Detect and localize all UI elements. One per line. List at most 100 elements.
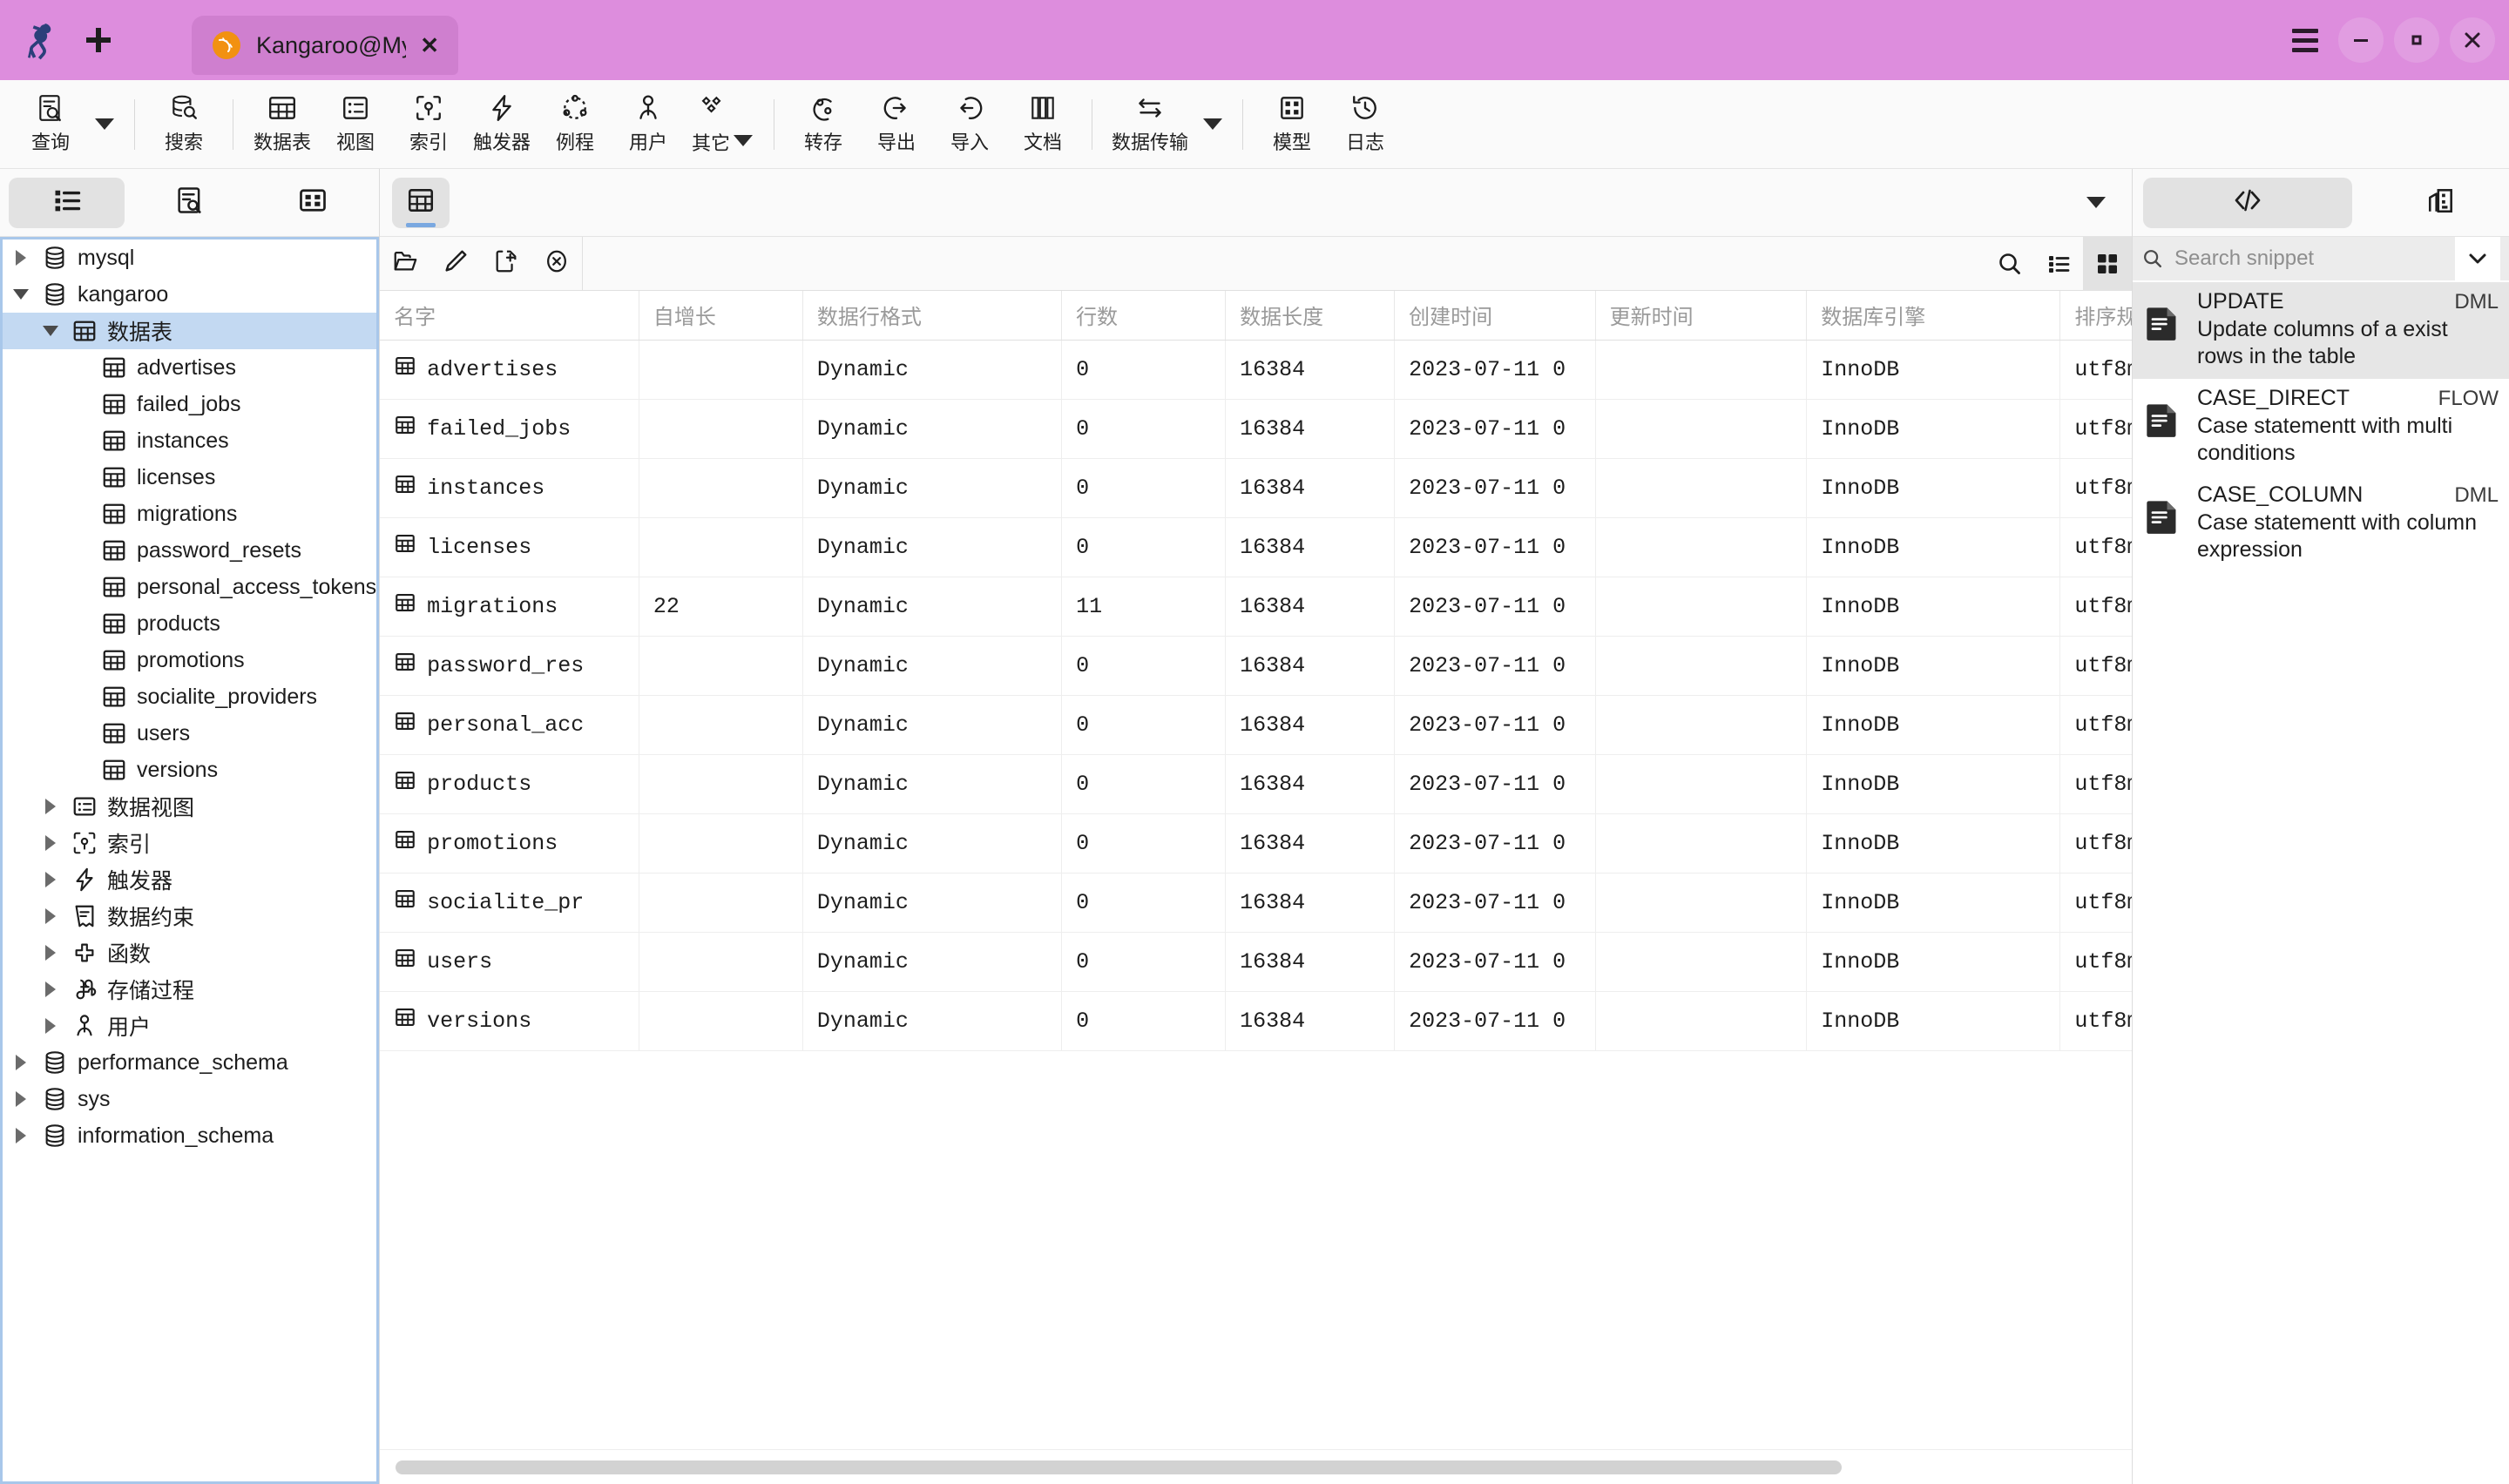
scrollbar-thumb[interactable] [396, 1460, 1843, 1474]
table-cell[interactable]: 0 [1061, 517, 1227, 577]
table-cell[interactable]: Dynamic [802, 695, 1063, 755]
tree-node[interactable]: versions [3, 752, 376, 788]
column-header[interactable]: 行数 [1061, 291, 1227, 341]
close-window-button[interactable] [2450, 17, 2495, 63]
table-cell[interactable]: Dynamic [802, 932, 1063, 992]
tree-node[interactable]: 数据约束 [3, 898, 376, 934]
database-tree[interactable]: mysql kangaroo 数据表 advertises failed_jobs ins… [0, 237, 380, 1484]
table-cell[interactable]: Dynamic [802, 458, 1063, 518]
tree-node[interactable]: promotions [3, 642, 376, 678]
tree-node[interactable]: information_schema [3, 1117, 376, 1154]
table-cell[interactable]: 0 [1061, 636, 1227, 696]
tree-node[interactable]: instances [3, 422, 376, 459]
table-cell[interactable]: utf8mb4_unicod [2059, 340, 2132, 400]
table-cell[interactable]: 2023-07-11 0 [1394, 873, 1596, 933]
expand-arrow-right-icon[interactable] [10, 1128, 32, 1143]
table-cell[interactable]: 2023-07-11 0 [1394, 813, 1596, 874]
tree-node[interactable]: users [3, 715, 376, 752]
table-cell[interactable]: InnoDB [1806, 932, 2061, 992]
table-cell[interactable]: InnoDB [1806, 636, 2061, 696]
table-cell[interactable]: Dynamic [802, 340, 1063, 400]
table-cell[interactable]: 16384 [1225, 340, 1396, 400]
snippet-list[interactable]: UPDATE DML Update columns of a exist rows … [2133, 280, 2509, 1484]
table-cell[interactable]: Dynamic [802, 399, 1063, 459]
edit-object-button[interactable] [430, 237, 481, 291]
toolbar-button-transfer[interactable]: 数据传输 [1105, 88, 1195, 161]
query-dropdown-caret[interactable] [87, 88, 122, 161]
tree-node[interactable]: socialite_providers [3, 678, 376, 715]
center-tabs-overflow-caret[interactable] [2086, 197, 2106, 208]
table-cell[interactable]: InnoDB [1806, 340, 2061, 400]
table-cell[interactable]: Dynamic [802, 577, 1063, 637]
toolbar-button-query[interactable]: 查询 [14, 88, 87, 161]
table-cell[interactable]: 2023-07-11 0 [1394, 340, 1596, 400]
table-cell[interactable] [1595, 991, 1808, 1051]
table-row[interactable]: personal_acc Dynamic 0 16384 2023-07-11 0 Inn… [380, 695, 2132, 755]
table-row[interactable]: versions Dynamic 0 16384 2023-07-11 0 InnoDB u… [380, 991, 2132, 1051]
table-cell[interactable]: utf8mb4_unicod [2059, 399, 2132, 459]
table-cell[interactable]: 0 [1061, 991, 1227, 1051]
tree-node[interactable]: products [3, 605, 376, 642]
table-cell[interactable]: Dynamic [802, 813, 1063, 874]
column-header[interactable]: 名字 [380, 291, 639, 341]
tree-node[interactable]: 索引 [3, 825, 376, 861]
table-cell[interactable]: 0 [1061, 695, 1227, 755]
table-row[interactable]: password_res Dynamic 0 16384 2023-07-11 0 Inn… [380, 636, 2132, 696]
toolbar-button-search[interactable]: 搜索 [147, 88, 220, 161]
table-cell[interactable]: utf8mb4_unicod [2059, 517, 2132, 577]
tree-node[interactable]: sys [3, 1081, 376, 1117]
horizontal-scrollbar[interactable] [380, 1449, 2132, 1484]
table-cell[interactable]: Dynamic [802, 754, 1063, 814]
table-cell[interactable]: InnoDB [1806, 695, 2061, 755]
table-row[interactable]: users Dynamic 0 16384 2023-07-11 0 InnoDB utf8… [380, 932, 2132, 992]
table-cell[interactable] [1595, 695, 1808, 755]
table-cell[interactable] [639, 991, 803, 1051]
table-cell[interactable]: 16384 [1225, 636, 1396, 696]
table-cell[interactable]: 11 [1061, 577, 1227, 637]
table-name-cell[interactable]: failed_jobs [380, 399, 639, 459]
table-cell[interactable]: InnoDB [1806, 991, 2061, 1051]
expand-arrow-right-icon[interactable] [10, 1055, 32, 1070]
expand-arrow-down-icon[interactable] [10, 289, 32, 300]
table-name-cell[interactable]: personal_acc [380, 695, 639, 755]
scrollbar-track[interactable] [396, 1460, 2001, 1474]
table-cell[interactable]: 0 [1061, 813, 1227, 874]
tree-node[interactable]: failed_jobs [3, 386, 376, 422]
table-cell[interactable] [1595, 636, 1808, 696]
table-cell[interactable] [1595, 577, 1808, 637]
table-cell[interactable] [639, 873, 803, 933]
table-cell[interactable]: 0 [1061, 754, 1227, 814]
table-cell[interactable]: Dynamic [802, 991, 1063, 1051]
table-cell[interactable]: 2023-07-11 0 [1394, 991, 1596, 1051]
expand-arrow-right-icon[interactable] [10, 250, 32, 266]
toolbar-button-log[interactable]: 日志 [1329, 88, 1402, 161]
tree-node[interactable]: kangaroo [3, 276, 376, 313]
toolbar-button-tables[interactable]: 数据表 [246, 88, 319, 161]
table-cell[interactable] [1595, 932, 1808, 992]
tree-node[interactable]: 函数 [3, 934, 376, 971]
table-name-cell[interactable]: users [380, 932, 639, 992]
snippet-search-bar[interactable] [2133, 237, 2509, 280]
table-cell[interactable] [1595, 458, 1808, 518]
toolbar-button-index[interactable]: 索引 [392, 88, 465, 161]
table-cell[interactable]: utf8mb4_unicod [2059, 754, 2132, 814]
sidebar-tab-query-search[interactable] [132, 178, 247, 228]
table-cell[interactable] [639, 517, 803, 577]
column-header[interactable]: 排序规则 [2059, 291, 2132, 341]
new-object-button[interactable] [481, 237, 531, 291]
grid-view-icon[interactable] [2083, 237, 2132, 291]
table-cell[interactable]: Dynamic [802, 636, 1063, 696]
tree-node[interactable]: migrations [3, 496, 376, 532]
sidebar-tab-objects[interactable] [9, 177, 125, 228]
table-cell[interactable] [639, 932, 803, 992]
table-cell[interactable]: utf8mb4_unicod [2059, 991, 2132, 1051]
table-name-cell[interactable]: licenses [380, 517, 639, 577]
right-tab-structure[interactable] [2389, 178, 2493, 228]
table-cell[interactable] [639, 458, 803, 518]
column-header[interactable]: 数据长度 [1225, 291, 1396, 341]
object-grid-scroll[interactable]: 名字自增长数据行格式行数数据长度创建时间更新时间数据库引擎排序规则 advert… [380, 291, 2132, 1449]
table-cell[interactable] [1595, 517, 1808, 577]
table-cell[interactable]: 22 [639, 577, 803, 637]
table-cell[interactable] [639, 695, 803, 755]
table-cell[interactable]: 2023-07-11 0 [1394, 754, 1596, 814]
